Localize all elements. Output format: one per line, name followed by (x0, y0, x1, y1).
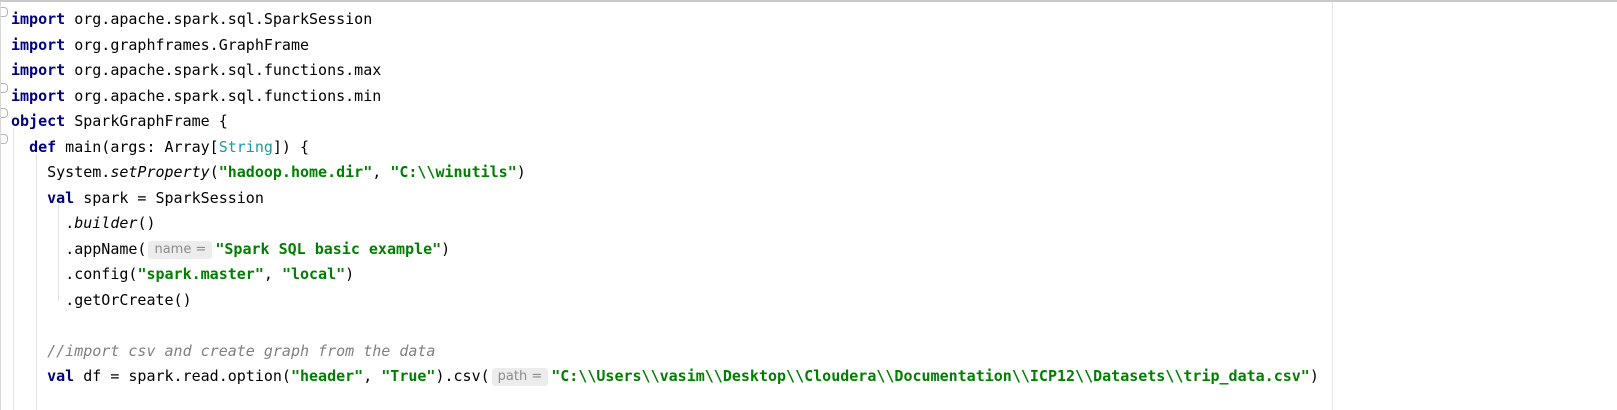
keyword: val (47, 188, 75, 207)
code-line: val df = spark.read.option("header", "Tr… (11, 364, 1319, 390)
code-line: //import csv and create graph from the d… (11, 339, 1319, 365)
csv-call: ).csv( (435, 367, 490, 385)
import-path: org.graphframes.GraphFrame (65, 35, 310, 54)
separator: , (372, 163, 391, 181)
keyword: import (11, 35, 66, 54)
fold-main-icon[interactable] (1, 134, 8, 144)
code-line: .getOrCreate() (11, 288, 1319, 314)
string-literal: "Spark SQL basic example" (215, 239, 442, 258)
string-literal: "C:\\winutils" (390, 163, 517, 181)
string-literal: "local" (281, 265, 346, 283)
get-or-create-call: .getOrCreate() (65, 290, 192, 309)
main-signature: main(args: Array[ (56, 137, 219, 156)
code-line: def main(args: Array[String]) { (11, 135, 1319, 161)
method-call: builder (74, 214, 138, 232)
main-signature-close: ]) { (272, 137, 310, 156)
separator: , (363, 367, 382, 385)
paren-close: ) (345, 265, 355, 283)
app-name-call: .appName( (65, 239, 147, 258)
import-path: org.apache.spark.sql.functions.min (65, 86, 382, 105)
type-parameter: String (218, 137, 273, 156)
parameter-hint: path = (491, 368, 549, 386)
code-line: .appName(name = "Spark SQL basic example"… (11, 237, 1319, 263)
code-line: System.setProperty("hadoop.home.dir", "C… (11, 160, 1319, 186)
code-comment: //import csv and create graph from the d… (47, 341, 436, 360)
fold-start-icon[interactable] (1, 7, 8, 17)
import-path: org.apache.spark.sql.SparkSession (65, 10, 373, 28)
paren-close: ) (441, 239, 451, 258)
keyword: object (11, 112, 66, 130)
parens: () (137, 214, 156, 232)
string-literal: "C:\\Users\\vasim\\Desktop\\Cloudera\\Do… (551, 367, 1310, 385)
df-read-call: df = spark.read.option( (74, 367, 291, 385)
right-margin-guide (1332, 2, 1333, 410)
string-literal: "hadoop.home.dir" (218, 163, 373, 181)
code-line: .config("spark.master", "local") (11, 262, 1319, 288)
keyword: import (11, 61, 66, 79)
keyword: import (11, 86, 66, 105)
fold-end-icon[interactable] (1, 83, 8, 93)
gutter-edge (0, 2, 1, 410)
import-path: org.apache.spark.sql.functions.max (65, 61, 382, 79)
paren-open: ( (209, 163, 219, 181)
code-line: import org.apache.spark.sql.functions.ma… (11, 58, 1319, 84)
code-editor[interactable]: import org.apache.spark.sql.SparkSession… (0, 0, 1617, 410)
string-literal: "spark.master" (137, 265, 264, 283)
fold-object-icon[interactable] (1, 108, 8, 118)
separator: , (263, 265, 282, 283)
keyword: import (11, 10, 66, 28)
code-line: val spark = SparkSession (11, 186, 1319, 212)
receiver: System. (47, 163, 111, 181)
keyword: def (29, 137, 57, 156)
keyword: val (47, 367, 75, 385)
dot: . (65, 214, 75, 232)
code-line: import org.apache.spark.sql.functions.mi… (11, 84, 1319, 110)
method-call: setProperty (110, 163, 210, 181)
string-literal: "True" (381, 367, 436, 385)
code-line: import org.apache.spark.sql.SparkSession (11, 7, 1319, 33)
code-line: import org.graphframes.GraphFrame (11, 33, 1319, 59)
config-call: .config( (65, 265, 138, 283)
code-line: object SparkGraphFrame { (11, 109, 1319, 135)
code-line: .builder() (11, 211, 1319, 237)
paren-close: ) (516, 163, 526, 181)
string-literal: "header" (290, 367, 364, 385)
val-spark-rest: spark = SparkSession (74, 188, 264, 207)
object-name: SparkGraphFrame { (65, 112, 228, 130)
parameter-hint: name = (148, 240, 213, 259)
code-content[interactable]: import org.apache.spark.sql.SparkSession… (11, 7, 1319, 390)
paren-close: ) (1309, 367, 1319, 385)
